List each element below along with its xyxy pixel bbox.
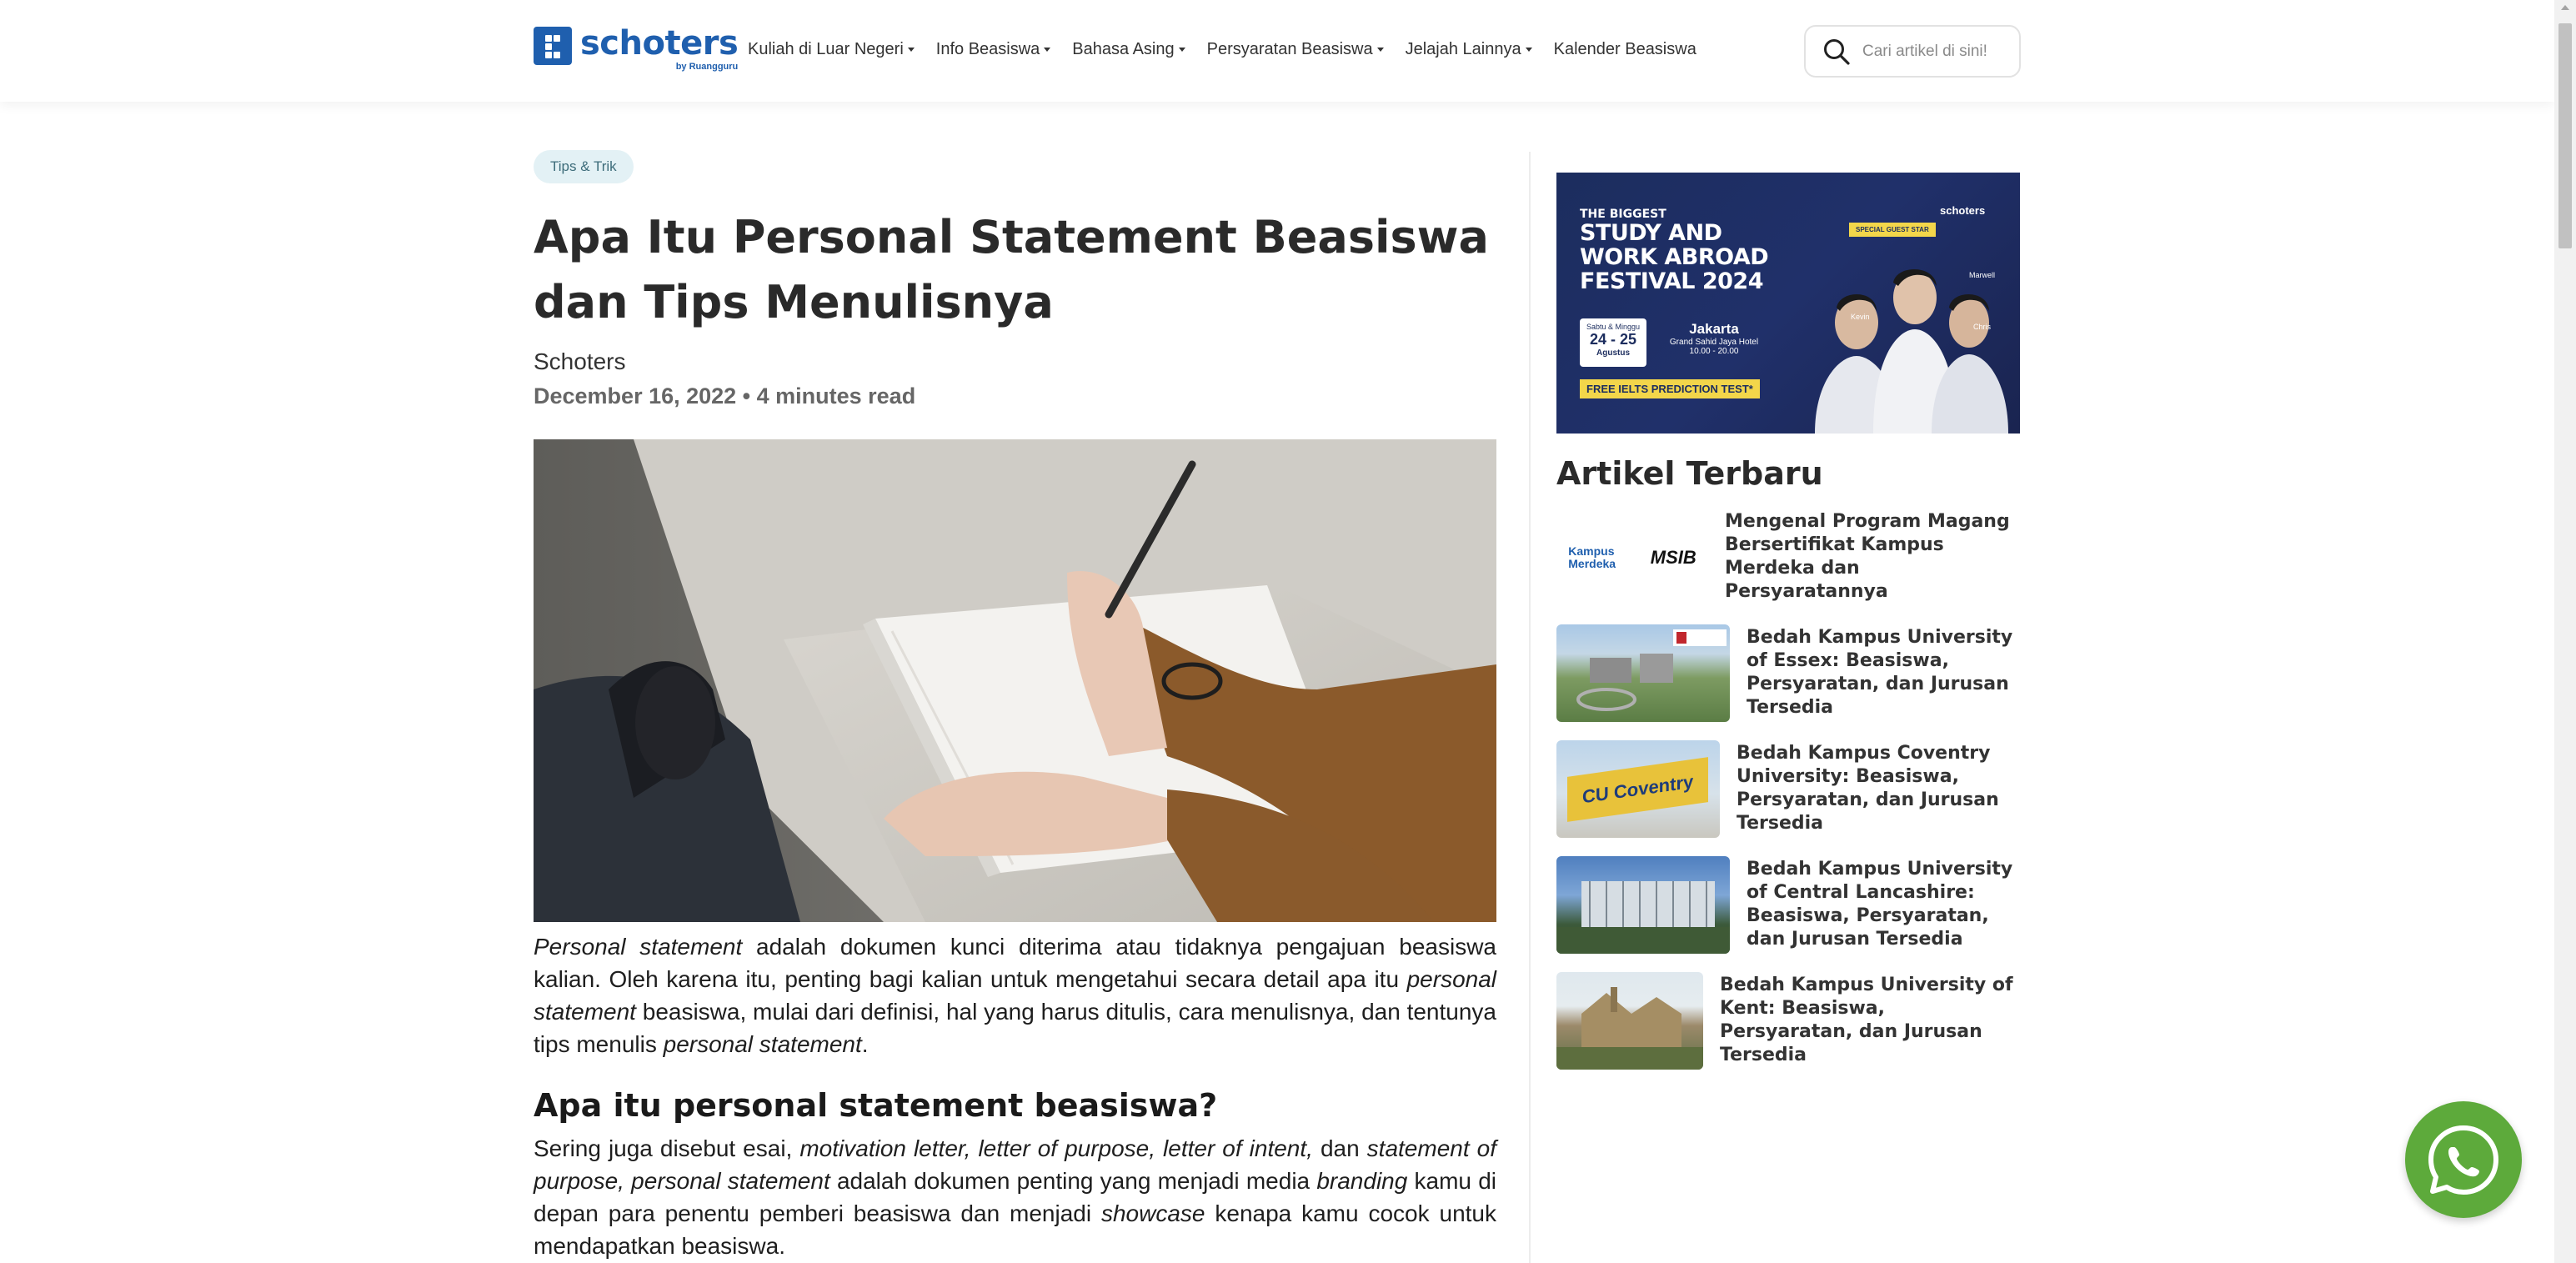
thumbnail-label-a: Kampus Merdeka [1568,544,1616,570]
article-paragraph-intro: Personal statement adalah dokumen kunci … [534,930,1496,1060]
emphasis-text: Personal statement [534,934,743,960]
banner-promo: FREE IELTS PREDICTION TEST* [1580,379,1760,398]
banner-guest-3: Chris [1973,323,1992,331]
article-meta: December 16, 2022 • 4 minutes read [534,383,916,408]
nav-item-kalender-beasiswa[interactable]: Kalender Beasiswa [1554,40,1696,59]
whatsapp-button[interactable] [2405,1101,2522,1218]
search-box[interactable] [1804,25,2021,78]
recent-article-item[interactable]: CU Coventry Bedah Kampus Coventry Univer… [1556,740,2020,838]
section-heading: Apa itu personal statement beasiswa? [534,1087,1218,1124]
banner-brand: schoters [1940,204,1986,217]
search-icon [1824,38,1850,65]
article-thumbnail [1556,972,1703,1070]
caret-down-icon [1525,48,1532,52]
article-thumbnail: Kampus Merdeka MSIB [1556,509,1708,606]
nav-item-label: Persyaratan Beasiswa [1206,40,1373,58]
article-thumbnail: CU Coventry [1556,740,1720,838]
article-title: Apa Itu Personal Statement Beasiswa dan … [534,211,1489,328]
logo-mark-icon [534,27,572,65]
festival-banner[interactable]: THE BIGGEST STUDY AND WORK ABROAD FESTIV… [1556,173,2020,434]
main-nav: Kuliah di Luar Negeri Info Beasiswa Bahasa… [748,40,1718,59]
recent-article-title[interactable]: Bedah Kampus University of Central Lanca… [1747,858,2020,951]
scroll-up-arrow-icon[interactable] [2561,5,2569,10]
schoters-logo[interactable]: schoters by Ruangguru [534,24,739,72]
article-thumbnail [1556,624,1730,722]
emphasis-text: branding [1316,1168,1408,1194]
writing-photo [534,439,1496,922]
recent-articles-title: Artikel Terbaru [1556,455,1823,492]
whatsapp-icon [2428,1125,2498,1195]
caret-down-icon [907,48,915,52]
body-text: . [861,1031,869,1057]
nav-item-bahasa-asing[interactable]: Bahasa Asing [1072,40,1185,59]
column-divider [1529,152,1531,1263]
emphasis-text: personal statement [663,1031,862,1057]
nav-item-info-beasiswa[interactable]: Info Beasiswa [936,40,1051,59]
article-thumbnail [1556,856,1730,954]
nav-item-label: Info Beasiswa [935,40,1040,58]
banner-day: Sabtu & Minggu [1586,323,1641,331]
sidebar: THE BIGGEST STUDY AND WORK ABROAD FESTIV… [1556,173,2020,1088]
banner-dates: 24 - 25 [1589,331,1637,348]
banner-line-1: THE BIGGEST [1580,208,1666,221]
emphasis-text: motivation letter, letter of purpose, le… [799,1135,1313,1161]
banner-guests-photo [1815,268,2008,434]
banner-month: Agustus [1596,348,1630,358]
recent-article-title[interactable]: Bedah Kampus University of Essex: Beasis… [1747,626,2020,719]
article-main: Tips & Trik Apa Itu Personal Statement B… [534,150,1496,1262]
banner-time: 10.00 - 20.00 [1689,347,1739,356]
banner-venue: Grand Sahid Jaya Hotel [1669,338,1759,347]
banner-city: Jakarta [1689,321,1739,337]
logo-byline: by Ruangguru [675,62,739,72]
nav-item-jelajah-lainnya[interactable]: Jelajah Lainnya [1406,40,1532,59]
thumbnail-label-a: CU Coventry [1567,756,1709,822]
caret-down-icon [1376,48,1384,52]
nav-item-label: Kuliah di Luar Negeri [748,40,904,58]
site-header: schoters by Ruangguru Kuliah di Luar Neg… [0,0,2554,102]
category-tag[interactable]: Tips & Trik [534,150,634,183]
recent-article-item[interactable]: Bedah Kampus University of Kent: Beasisw… [1556,972,2020,1070]
article-author[interactable]: Schoters [534,348,1496,375]
banner-line-3: WORK ABROAD [1580,244,1769,270]
logo-wordmark: schoters [580,24,739,63]
recent-article-title[interactable]: Bedah Kampus Coventry University: Beasis… [1737,742,2020,835]
nav-item-label: Jelajah Lainnya [1405,40,1521,58]
article-hero-image [534,439,1496,922]
body-text: Sering juga disebut esai, [534,1135,800,1161]
body-text: dan [1312,1135,1367,1161]
banner-guest-2: Kevin [1851,313,1870,321]
recent-article-title[interactable]: Bedah Kampus University of Kent: Beasisw… [1720,974,2020,1067]
page-scrollbar[interactable] [2554,0,2576,1263]
recent-article-item[interactable]: Kampus Merdeka MSIB Mengenal Program Mag… [1556,509,2020,606]
body-text: adalah dokumen penting yang menjadi medi… [829,1168,1317,1194]
banner-line-2: STUDY AND [1580,220,1722,246]
search-input[interactable] [1862,42,2012,61]
recent-article-item[interactable]: Bedah Kampus University of Central Lanca… [1556,856,2020,954]
recent-article-title[interactable]: Mengenal Program Magang Bersertifikat Ka… [1725,510,2020,604]
scrollbar-thumb[interactable] [2558,23,2572,248]
nav-item-label: Kalender Beasiswa [1553,40,1696,58]
banner-guest-1: Marwell [1969,271,1996,279]
emphasis-text: showcase [1100,1200,1205,1226]
recent-article-item[interactable]: Bedah Kampus University of Essex: Beasis… [1556,624,2020,722]
caret-down-icon [1178,48,1185,52]
nav-item-kuliah-di-luar-negeri[interactable]: Kuliah di Luar Negeri [748,40,915,59]
caret-down-icon [1044,48,1051,52]
thumbnail-label-b: MSIB [1650,546,1696,568]
nav-item-label: Bahasa Asing [1072,40,1175,58]
nav-item-persyaratan-beasiswa[interactable]: Persyaratan Beasiswa [1207,40,1384,59]
article-paragraph-definition: Sering juga disebut esai, motivation let… [534,1132,1496,1262]
banner-line-4: FESTIVAL 2024 [1580,268,1764,294]
